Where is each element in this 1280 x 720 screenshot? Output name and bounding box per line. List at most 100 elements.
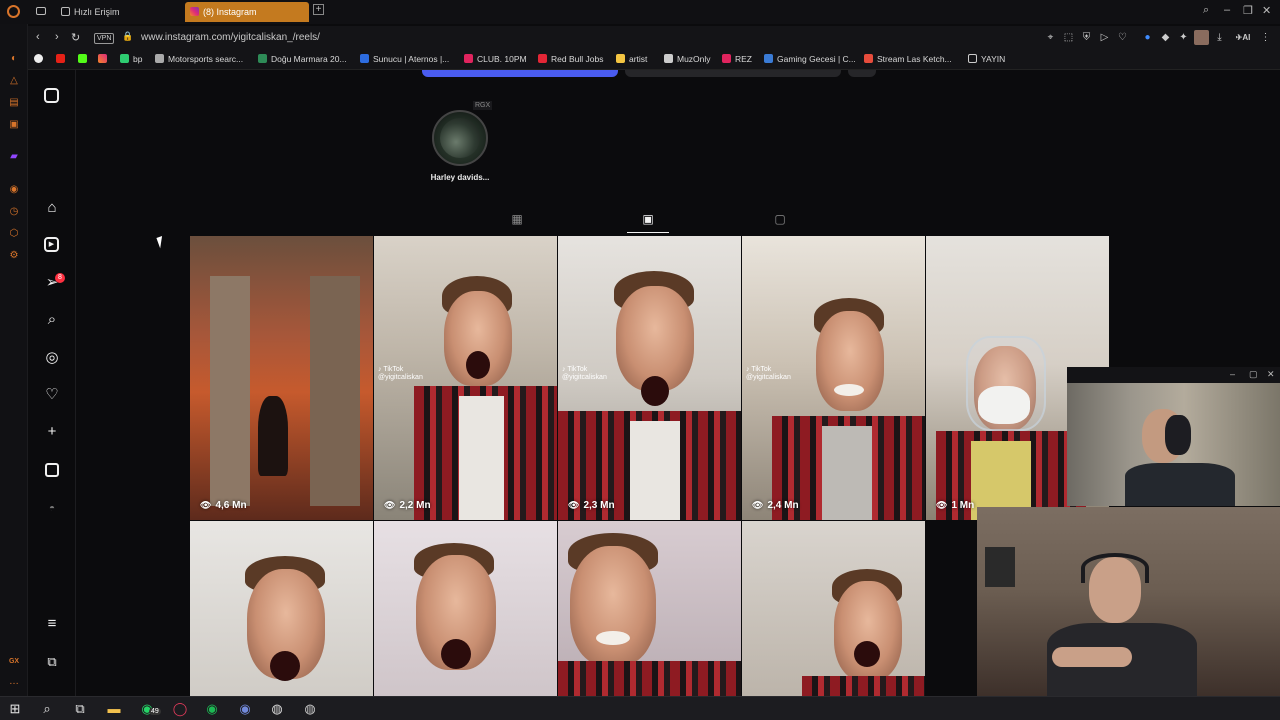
- reel-tile[interactable]: [742, 521, 925, 696]
- discord-icon[interactable]: ◉: [237, 701, 253, 717]
- history-icon[interactable]: ◷: [8, 206, 20, 218]
- reels-icon[interactable]: ▶: [43, 236, 61, 254]
- search-icon[interactable]: ⌕: [39, 701, 55, 717]
- send-icon[interactable]: ▷: [1099, 32, 1110, 43]
- restore-button[interactable]: ❐: [1243, 4, 1253, 17]
- minimize-button[interactable]: –: [1224, 4, 1230, 16]
- reel-tile[interactable]: [190, 521, 373, 696]
- player-icon[interactable]: ◉: [8, 184, 20, 196]
- url-field[interactable]: www.instagram.com/yigitcaliskan_/reels/: [141, 32, 320, 43]
- pin-icon[interactable]: ⌖: [1045, 32, 1056, 43]
- workspaces-icon[interactable]: [36, 7, 46, 15]
- bookmark-motorsports[interactable]: Motorsports searc...: [155, 54, 243, 64]
- reel-tile[interactable]: 👁 4,6 Mn: [190, 236, 373, 520]
- menu-icon[interactable]: ⋮: [1260, 32, 1271, 43]
- bookmark-club[interactable]: CLUB. 10PM: [464, 54, 527, 64]
- search-icon[interactable]: ⌕: [1203, 4, 1209, 17]
- reel-tile[interactable]: ♪ TikTok @yigitcaliskan 👁 2,3 Mn: [558, 236, 741, 520]
- extension-diamond-icon[interactable]: ◆: [1160, 32, 1171, 43]
- reel-tile[interactable]: ♪ TikTok @yigitcaliskan 👁 2,4 Mn: [742, 236, 925, 520]
- new-tab-button[interactable]: +: [313, 4, 324, 15]
- bookmark-muzonly[interactable]: MuzOnly: [664, 54, 711, 64]
- speed-dial-icon[interactable]: ◐: [8, 53, 20, 65]
- message-button[interactable]: [625, 70, 841, 77]
- dashboard-icon[interactable]: [43, 461, 61, 479]
- bookmark-kick[interactable]: [78, 54, 91, 64]
- reload-button[interactable]: ↻: [71, 31, 80, 44]
- shield-icon[interactable]: ⛨: [1081, 32, 1092, 43]
- avatar[interactable]: [1194, 30, 1209, 45]
- eye-icon: 👁: [752, 500, 764, 510]
- bookmark-instagram[interactable]: [98, 54, 111, 64]
- bookmark-redbull[interactable]: Red Bull Jobs: [538, 54, 603, 64]
- mouth: [441, 639, 471, 669]
- lock-icon[interactable]: 🔒: [122, 31, 133, 42]
- profile-avatar[interactable]: ◓: [43, 500, 61, 518]
- puzzle-icon[interactable]: ✦: [1178, 32, 1189, 43]
- close-button[interactable]: ✕: [1267, 369, 1275, 380]
- settings-icon[interactable]: ⚙: [8, 250, 20, 262]
- bookmark-aternos[interactable]: Sunucu | Aternos |...: [360, 54, 449, 64]
- search-icon[interactable]: ⌕: [43, 311, 61, 329]
- follow-button[interactable]: [422, 70, 618, 77]
- windows-start-icon[interactable]: ⊞: [7, 701, 23, 717]
- reels-tab-icon[interactable]: ▣: [641, 212, 655, 226]
- home-icon[interactable]: ⌂: [43, 199, 61, 217]
- story-highlight[interactable]: [432, 110, 488, 166]
- heart-icon[interactable]: ♡: [43, 386, 61, 404]
- opera-gx-icon[interactable]: ◯: [172, 701, 188, 717]
- bookmark-youtube[interactable]: [56, 54, 69, 64]
- bookmark-bp[interactable]: bp: [120, 54, 142, 64]
- task-view-icon[interactable]: ⧉: [72, 701, 88, 717]
- instagram-logo-icon[interactable]: [43, 87, 61, 105]
- close-button[interactable]: ✕: [1262, 4, 1271, 17]
- tab-quick-access[interactable]: Hızlı Erişim: [56, 2, 178, 22]
- meta-apps-icon[interactable]: ⧉: [43, 653, 61, 671]
- bookmark-stream[interactable]: Stream Las Ketch...: [864, 54, 952, 64]
- grey-tshirt: [822, 426, 872, 520]
- minimize-button[interactable]: –: [1230, 369, 1235, 379]
- obs-icon[interactable]: ◍: [269, 701, 285, 717]
- reel-tile[interactable]: ♪ TikTok @yigitcaliskan 👁 2,2 Mn: [374, 236, 557, 520]
- bookmark-gaming-gecesi[interactable]: Gaming Gecesi | C...: [764, 54, 856, 64]
- file-explorer-icon[interactable]: ▬: [106, 701, 122, 717]
- heart-icon[interactable]: ♡: [1117, 32, 1128, 43]
- gx-corner-icon[interactable]: △: [8, 75, 20, 87]
- reel-tile[interactable]: [558, 521, 741, 696]
- extensions-icon[interactable]: ⬡: [8, 228, 20, 240]
- create-icon[interactable]: +: [43, 423, 61, 441]
- maximize-button[interactable]: ▢: [1249, 369, 1258, 380]
- bookmark-rez[interactable]: REZ: [722, 54, 752, 64]
- opera-logo-icon[interactable]: [7, 5, 20, 18]
- tagged-tab-icon[interactable]: ▢: [773, 212, 787, 226]
- posts-tab-grid-icon[interactable]: ▦: [510, 212, 524, 226]
- chrome-icon: [34, 54, 43, 63]
- aria-ai-icon[interactable]: ✈AI: [1232, 32, 1254, 43]
- snapshot-icon[interactable]: ⬚: [1063, 32, 1074, 43]
- webcam-overlay-bottom[interactable]: [977, 507, 1280, 696]
- tab-instagram[interactable]: (8) Instagram: [185, 2, 309, 22]
- news-icon[interactable]: ▤: [8, 97, 20, 109]
- more-options-button[interactable]: [848, 70, 876, 77]
- explore-icon[interactable]: ◎: [43, 349, 61, 367]
- reel-tile[interactable]: [374, 521, 557, 696]
- webcam-overlay-top[interactable]: [1067, 367, 1280, 506]
- download-icon[interactable]: ⤓: [1214, 32, 1225, 43]
- browser-tab-bar: Hızlı Erişim (8) Instagram + ⌕ – ❐ ✕: [0, 0, 1280, 24]
- gx-control-icon[interactable]: GX: [8, 656, 20, 668]
- bookmark-artist[interactable]: artist: [616, 54, 647, 64]
- vpn-badge[interactable]: VPN: [94, 33, 115, 44]
- view-count: 👁 2,2 Mn: [384, 500, 431, 511]
- back-button[interactable]: ‹: [36, 31, 40, 43]
- app-icon[interactable]: ◍: [302, 701, 318, 717]
- extension-blue-icon[interactable]: ●: [1142, 32, 1153, 43]
- bookmark-yayin[interactable]: YAYIN: [968, 54, 1005, 64]
- menu-icon[interactable]: ≡: [43, 615, 61, 633]
- twitch-icon[interactable]: ▰: [8, 151, 20, 163]
- mixer-icon[interactable]: ▣: [8, 119, 20, 131]
- more-icon[interactable]: …: [8, 676, 20, 688]
- bookmark-dogu-marmara[interactable]: Doğu Marmara 20...: [258, 54, 347, 64]
- forward-button[interactable]: ›: [55, 31, 59, 43]
- spotify-icon[interactable]: ◉: [204, 701, 220, 717]
- bookmark-chrome[interactable]: [34, 54, 47, 64]
